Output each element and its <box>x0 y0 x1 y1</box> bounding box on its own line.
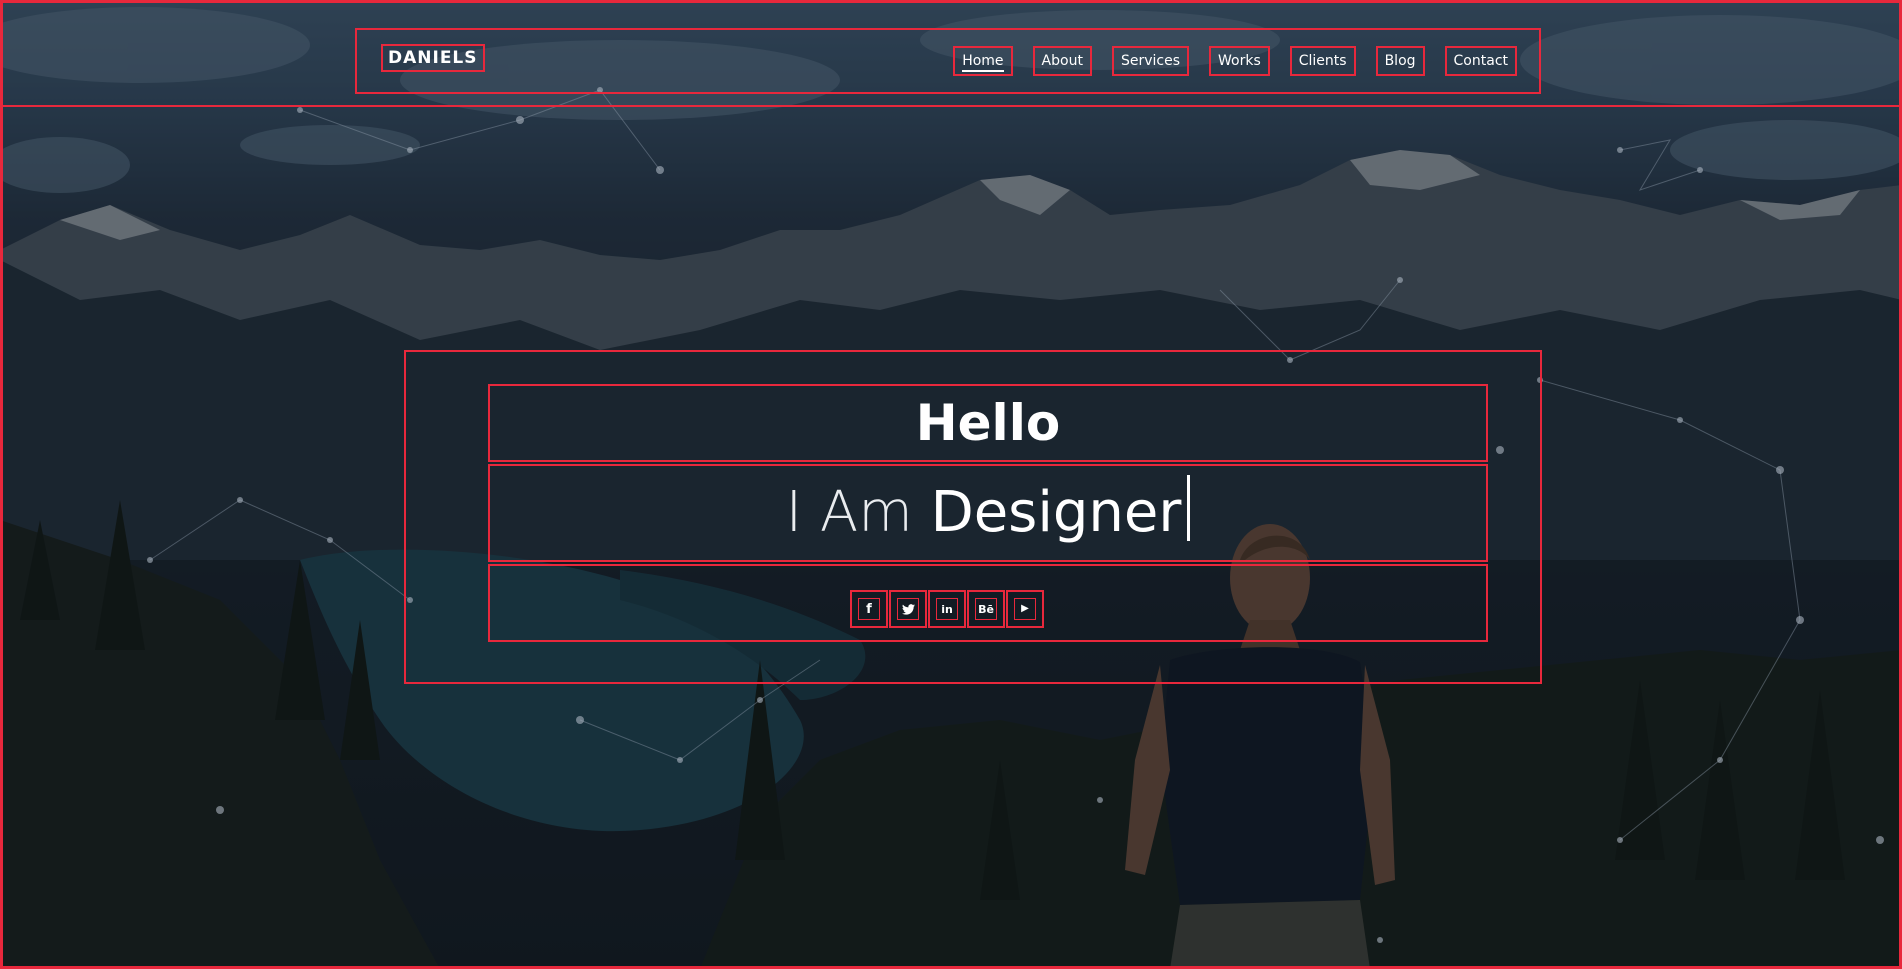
youtube-link[interactable]: ▶ <box>1006 590 1044 628</box>
youtube-icon: ▶ <box>1014 598 1036 620</box>
facebook-icon: f <box>858 598 880 620</box>
header-container: DANIELS Home About Services Works Client… <box>355 28 1541 94</box>
hero-greeting: Hello <box>915 394 1061 452</box>
site-logo[interactable]: DANIELS <box>381 44 485 72</box>
social-links: f in Bē ▶ <box>850 590 1045 628</box>
nav-clients[interactable]: Clients <box>1289 46 1356 76</box>
social-row: f in Bē ▶ <box>488 564 1488 642</box>
nav-works[interactable]: Works <box>1209 46 1270 76</box>
twitter-icon <box>897 598 919 620</box>
greeting-row: Hello <box>488 384 1488 462</box>
nav-label: Works <box>1218 53 1261 69</box>
nav-contact[interactable]: Contact <box>1444 46 1517 76</box>
twitter-link[interactable] <box>889 590 927 628</box>
hero-content: Hello I Am Designer f in Bē ▶ <box>404 350 1542 684</box>
nav-label: Home <box>962 53 1004 72</box>
tagline-row: I Am Designer <box>488 464 1488 562</box>
nav-label: Services <box>1120 53 1180 69</box>
nav-home[interactable]: Home <box>953 46 1013 76</box>
tagline-role: Designer <box>930 480 1182 545</box>
behance-icon: Bē <box>975 598 997 620</box>
tagline-prefix: I Am <box>785 480 913 545</box>
nav-about[interactable]: About <box>1032 46 1092 76</box>
nav-label: Contact <box>1453 53 1508 69</box>
nav-services[interactable]: Services <box>1111 46 1189 76</box>
typing-cursor <box>1187 475 1191 541</box>
linkedin-link[interactable]: in <box>928 590 966 628</box>
hero-tagline: I Am Designer <box>490 466 1486 560</box>
nav-label: Clients <box>1298 53 1347 69</box>
behance-link[interactable]: Bē <box>967 590 1005 628</box>
nav-label: About <box>1041 53 1083 69</box>
facebook-link[interactable]: f <box>850 590 888 628</box>
nav-label: Blog <box>1384 53 1416 69</box>
site-header: DANIELS Home About Services Works Client… <box>3 4 1899 107</box>
nav-blog[interactable]: Blog <box>1375 46 1425 76</box>
main-nav: Home About Services Works Clients Blog C… <box>953 46 1517 76</box>
linkedin-icon: in <box>936 598 958 620</box>
